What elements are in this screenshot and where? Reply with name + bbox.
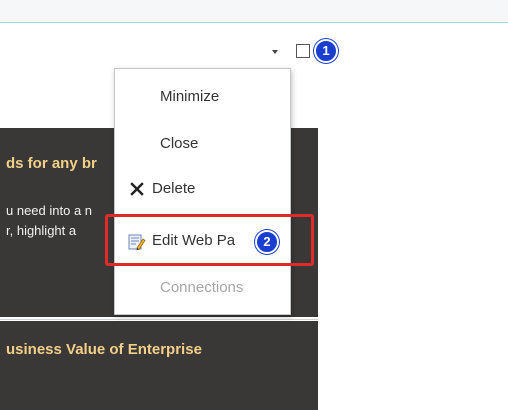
delete-x-icon [130, 182, 144, 196]
menu-item-label: Minimize [160, 88, 220, 105]
menu-item-close[interactable]: Close [115, 124, 290, 164]
menu-item-label: Connections [160, 279, 244, 296]
chevron-down-icon[interactable] [272, 50, 278, 54]
callout-badge-1: 1 [314, 39, 338, 63]
panel-divider [0, 319, 318, 320]
webpart-select-checkbox[interactable] [296, 44, 310, 58]
menu-item-minimize[interactable]: Minimize [115, 77, 290, 117]
edit-web-part-highlight [105, 214, 314, 266]
menu-item-connections: Connections [115, 268, 290, 308]
webpart-1-text-line-2: r, highlight a [6, 223, 77, 238]
webpart-panel-2 [0, 321, 318, 410]
webpart-context-menu: Minimize Close Delete Edit Web Pa Connec… [114, 68, 291, 315]
menu-item-label: Close [160, 135, 199, 152]
webpart-1-title: ds for any br [6, 155, 97, 172]
webpart-2-title: usiness Value of Enterprise [6, 341, 202, 358]
top-toolbar-strip [0, 0, 508, 22]
webpart-1-text-line-1: u need into a n [6, 203, 93, 218]
menu-item-label: Delete [152, 180, 196, 197]
top-divider [0, 22, 508, 23]
callout-badge-2: 2 [255, 230, 279, 254]
menu-item-delete[interactable]: Delete [115, 169, 290, 209]
